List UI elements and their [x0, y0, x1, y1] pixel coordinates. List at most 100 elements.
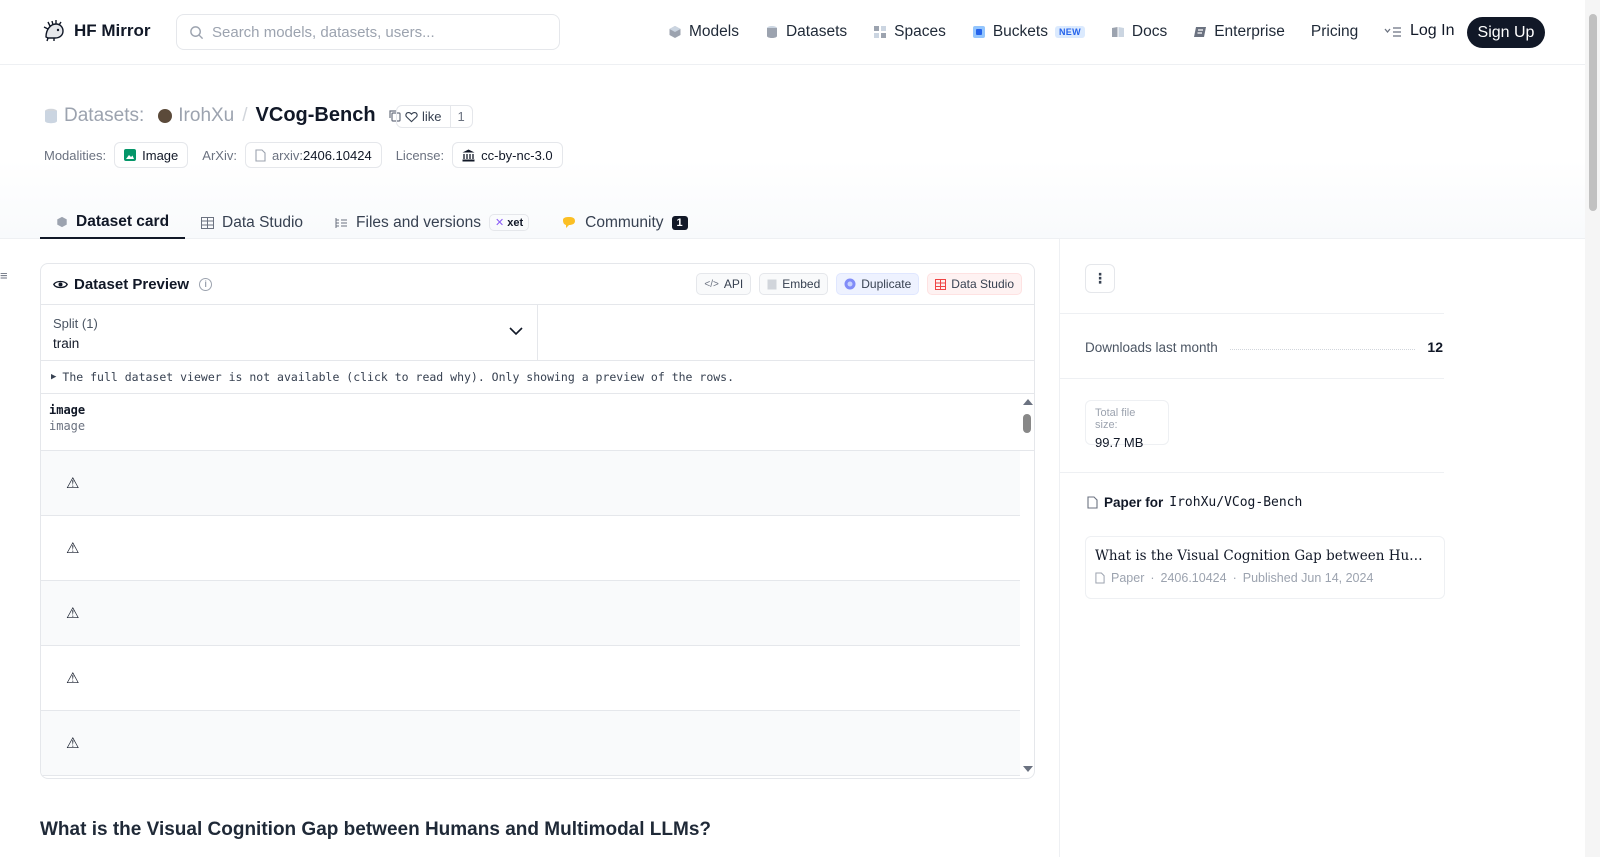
warning-icon: ⚠ [66, 475, 80, 492]
sidebar-divider [1060, 313, 1444, 314]
repo-metadata: Modalities: Image ArXiv: arxiv:2406.1042… [44, 142, 577, 168]
split-selector-row: Split (1) train [41, 305, 1034, 361]
nav-docs[interactable]: Docs [1111, 18, 1167, 46]
dataset-preview-card: Dataset Preview i </> API Embed Duplicat… [40, 263, 1035, 779]
community-count-badge: 1 [671, 215, 688, 230]
split-selector[interactable]: Split (1) train [41, 305, 538, 360]
arxiv-label: ArXiv: [202, 147, 237, 163]
image-icon [124, 149, 137, 161]
signup-button[interactable]: Sign Up [1467, 17, 1545, 48]
heart-icon [405, 111, 418, 122]
warning-icon: ⚠ [66, 540, 80, 557]
login-link[interactable]: Log In [1410, 22, 1454, 40]
column-type: image [49, 419, 86, 433]
data-studio-button[interactable]: Data Studio [927, 273, 1022, 295]
file-icon [255, 148, 266, 162]
xet-badge: ✕ xet [488, 214, 530, 231]
split-label: Split (1) [53, 316, 98, 331]
preview-header: Dataset Preview i </> API Embed Duplicat… [41, 264, 1034, 305]
repo-tabs: Dataset card Data Studio Files and versi… [40, 196, 704, 239]
tab-data-studio[interactable]: Data Studio [185, 196, 319, 239]
path-separator: / [242, 104, 248, 126]
preview-scrollbar-track[interactable] [1020, 394, 1034, 778]
repo-type-label: Datasets: [64, 104, 145, 126]
table-icon [935, 278, 947, 290]
tab-dataset-card[interactable]: Dataset card [40, 196, 186, 239]
file-size-value: 99.7 MB [1095, 435, 1144, 450]
repo-name-link[interactable]: VCog-Bench [256, 104, 376, 127]
license-tag[interactable]: cc-by-nc-3.0 [452, 142, 563, 168]
scroll-down-icon[interactable] [1023, 766, 1033, 772]
downloads-label: Downloads last month [1085, 339, 1218, 355]
nav-datasets[interactable]: Datasets [765, 18, 847, 46]
info-icon[interactable]: i [199, 277, 213, 291]
embed-icon [767, 279, 777, 289]
dotted-leader [1229, 348, 1416, 350]
database-icon [766, 26, 777, 38]
api-button[interactable]: </> API [696, 273, 752, 295]
table-row[interactable]: ⚠ [41, 581, 1020, 646]
grid-icon [874, 26, 887, 38]
owner-avatar[interactable] [158, 108, 173, 123]
table-row[interactable]: ⚠ [41, 711, 1020, 776]
nav-buckets[interactable]: Buckets NEW [972, 18, 1085, 46]
nav-enterprise[interactable]: Enterprise [1193, 18, 1285, 46]
nav-models[interactable]: Models [668, 18, 739, 46]
modality-image-tag[interactable]: Image [114, 142, 189, 168]
paper-card[interactable]: What is the Visual Cognition Gap between… [1085, 536, 1445, 599]
hedgehog-logo-icon [43, 20, 64, 42]
like-count: 1 [457, 109, 465, 124]
scroll-up-icon[interactable] [1023, 399, 1033, 405]
cube-icon [669, 26, 681, 38]
main-nav: Models Datasets Spaces Buckets NEW Docs … [668, 18, 1428, 46]
repo-title: Datasets: IrohXu / VCog-Bench [44, 104, 402, 127]
code-icon: </> [704, 278, 719, 290]
column-header-image[interactable]: image image [41, 394, 1034, 451]
tab-community[interactable]: Community 1 [545, 196, 704, 239]
file-size-label: Total file size: [1095, 407, 1136, 431]
nav-spaces[interactable]: Spaces [873, 18, 946, 46]
readme-heading: What is the Visual Cognition Gap between… [40, 819, 712, 840]
table-row[interactable]: ⚠ [41, 516, 1020, 581]
embed-button[interactable]: Embed [759, 273, 829, 295]
warning-icon: ⚠ [66, 605, 80, 622]
like-label: like [422, 109, 442, 124]
cube-icon [57, 216, 67, 227]
repo-owner-link[interactable]: IrohXu [178, 105, 234, 127]
duplicate-icon [844, 278, 856, 290]
chevron-down-icon [509, 327, 523, 336]
book-icon [1111, 27, 1124, 37]
brand-logo[interactable]: HF Mirror [42, 19, 151, 43]
more-options-button[interactable]: ⋮ [1085, 264, 1115, 293]
eye-icon [53, 280, 68, 288]
search-input[interactable] [212, 23, 532, 41]
warning-icon: ⚠ [66, 735, 80, 752]
toc-toggle-icon[interactable]: ≡ [0, 268, 8, 283]
search-box[interactable] [176, 14, 560, 50]
paper-for-heading: Paper for IrohXu/VCog-Bench [1087, 495, 1302, 510]
sidebar-divider [1060, 472, 1444, 473]
split-value: train [53, 336, 80, 351]
downloads-value: 12 [1427, 339, 1443, 355]
viewer-notice[interactable]: ▶ The full dataset viewer is not availab… [41, 361, 1034, 394]
column-name: image [49, 403, 86, 417]
file-tree-icon [335, 217, 348, 228]
more-menu-button[interactable] [1384, 18, 1402, 46]
preview-actions: </> API Embed Duplicate Data Studio [696, 273, 1022, 295]
file-icon [1095, 572, 1105, 584]
warning-icon: ⚠ [66, 670, 80, 687]
preview-scrollbar-thumb[interactable] [1023, 414, 1031, 433]
preview-title: Dataset Preview i [53, 276, 213, 293]
like-button[interactable]: like 1 [396, 105, 473, 128]
page-scrollbar-thumb[interactable] [1589, 14, 1597, 211]
duplicate-button[interactable]: Duplicate [836, 273, 920, 295]
license-label: License: [395, 147, 445, 163]
triangle-right-icon: ▶ [51, 372, 57, 382]
nav-pricing[interactable]: Pricing [1311, 18, 1358, 46]
arxiv-tag[interactable]: arxiv:2406.10424 [244, 142, 382, 168]
table-row[interactable]: ⚠ [41, 646, 1020, 711]
preview-rows: ⚠ ⚠ ⚠ ⚠ ⚠ [41, 451, 1020, 776]
file-icon [1087, 496, 1098, 509]
tab-files-and-versions[interactable]: Files and versions ✕ xet [319, 196, 545, 239]
table-row[interactable]: ⚠ [41, 451, 1020, 516]
